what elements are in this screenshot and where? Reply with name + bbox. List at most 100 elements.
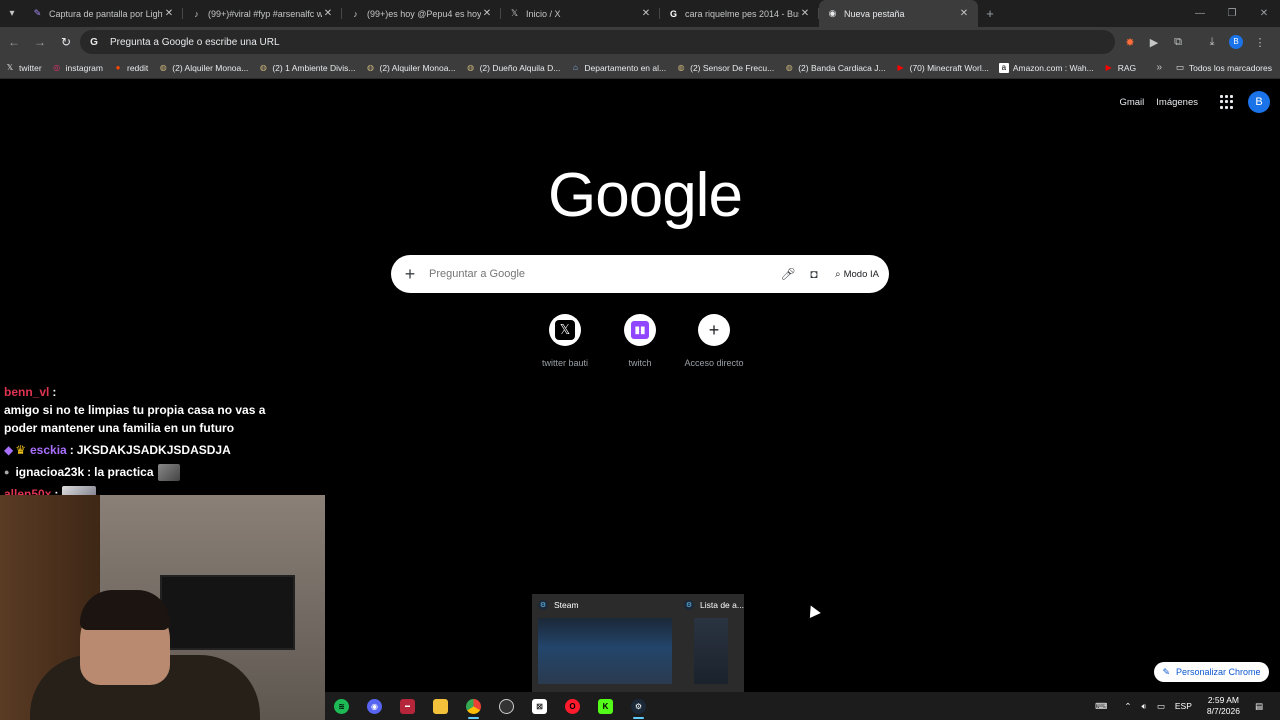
bookmark-twitter[interactable]: 𝕏twitter <box>0 63 47 73</box>
customize-chrome-button[interactable]: ✎ Personalizar Chrome <box>1154 662 1269 682</box>
menu-icon[interactable]: ⋮ <box>1248 36 1272 49</box>
bookmark-marketplace-3[interactable]: ◍ (2) Alquiler Monoa... <box>360 63 460 73</box>
bookmark-departamento[interactable]: ⌂ Departamento en al... <box>565 63 671 73</box>
obs-taskbar[interactable] <box>490 692 523 720</box>
all-bookmarks[interactable]: ▭ Todos los marcadores <box>1176 62 1272 73</box>
extension-fox-icon[interactable]: ✸ <box>1118 36 1142 49</box>
gmail-link[interactable]: Gmail <box>1119 97 1144 108</box>
clock-date: 8/7/2026 <box>1206 706 1240 716</box>
profile-avatar[interactable]: B <box>1229 35 1243 49</box>
badge-icon: ● <box>4 467 10 477</box>
new-tab-button[interactable]: + <box>978 6 1002 21</box>
back-button[interactable]: ← <box>2 30 26 54</box>
bookmark-label: (2) 1 Ambiente Divis... <box>272 62 356 73</box>
notifications-icon[interactable]: ▤ <box>1255 701 1263 712</box>
extension-play-icon[interactable]: ▶ <box>1142 36 1166 49</box>
twitch-icon: ▮▮ <box>624 314 656 346</box>
tab-google-search[interactable]: G cara riquelme pes 2014 - Busca ✕ <box>660 0 819 27</box>
tab-x[interactable]: 𝕏 Inicio / X ✕ <box>501 0 660 27</box>
clock[interactable]: 2:59 AM 8/7/2026 <box>1207 695 1240 717</box>
emote-image <box>157 463 180 481</box>
discord-taskbar[interactable]: ◉ <box>358 692 391 720</box>
clock-time: 2:59 AM <box>1207 695 1240 705</box>
keyboard-icon[interactable]: ⌨ <box>1095 701 1107 712</box>
apps-grid-icon[interactable] <box>1220 95 1234 109</box>
chevron-up-icon[interactable]: ⌃ <box>1124 701 1131 712</box>
extensions-icon[interactable]: ⧉ <box>1166 36 1190 49</box>
reload-button[interactable]: ↻ <box>54 30 78 54</box>
bookmark-label: (2) Alquiler Monoa... <box>172 62 249 73</box>
tab-tiktok-2[interactable]: ♪ (99+)es hoy @Pepu4 es hoy #b ✕ <box>342 0 501 27</box>
ai-mode-button[interactable]: ⌕ Modo IA <box>835 269 879 280</box>
bookmark-instagram[interactable]: ◎ instagram <box>47 63 108 73</box>
download-icon[interactable]: ⤓ <box>1200 36 1224 49</box>
marketplace-icon: ◍ <box>785 63 793 72</box>
chat-message: benn_vl : amigo si no te limpias tu prop… <box>4 383 294 437</box>
steam-taskbar[interactable]: ⚙ <box>622 692 655 720</box>
preview-steam-list[interactable]: ⚙ Lista de a... <box>678 594 744 692</box>
kick-taskbar[interactable]: K <box>589 692 622 720</box>
preview-title: Lista de a... <box>700 600 744 610</box>
restore-icon[interactable]: ❐ <box>1216 0 1248 27</box>
capcut-icon: ⊠ <box>532 698 547 714</box>
pencil-icon: ✎ <box>1162 666 1170 677</box>
ai-mode-label: Modo IA <box>843 268 879 280</box>
bookmark-label: instagram <box>65 62 103 73</box>
chevron-more-icon[interactable]: » <box>1156 62 1162 73</box>
preview-title: Steam <box>554 600 579 610</box>
tab-new-tab[interactable]: ◉ Nueva pestaña ✕ <box>819 0 978 27</box>
forward-button[interactable]: → <box>28 30 52 54</box>
bookmark-marketplace-2[interactable]: ◍ (2) 1 Ambiente Divis... <box>253 63 360 73</box>
close-icon[interactable]: ✕ <box>481 8 493 19</box>
shortcut-add[interactable]: + Acceso directo <box>674 314 754 368</box>
images-link[interactable]: Imágenes <box>1156 97 1198 108</box>
shortcut-twitch[interactable]: ▮▮ twitch <box>600 314 680 368</box>
steam-icon: ⚙ <box>684 600 694 610</box>
close-icon[interactable]: ✕ <box>958 8 970 19</box>
search-input[interactable] <box>429 268 775 280</box>
toolbar: ← → ↻ G Pregunta a Google o escribe una … <box>0 27 1280 57</box>
voicemeeter-taskbar[interactable]: ▬ <box>391 692 424 720</box>
plus-icon[interactable]: + <box>391 264 429 285</box>
minimize-icon[interactable]: — <box>1184 0 1216 27</box>
tab-search-button[interactable]: ▾ <box>0 0 24 27</box>
address-bar[interactable]: G Pregunta a Google o escribe una URL <box>80 30 1115 54</box>
bookmark-rag[interactable]: ▶ RAG <box>1099 63 1141 73</box>
tiktok-icon: ♪ <box>194 8 199 19</box>
bookmark-youtube-minecraft[interactable]: ▶ (70) Minecraft Worl... <box>891 63 994 73</box>
bookmark-marketplace-6[interactable]: ◍ (2) Banda Cardiaca J... <box>779 63 890 73</box>
search-box[interactable]: + 🎤︎ ◘ ⌕ Modo IA <box>391 255 889 293</box>
lens-icon[interactable]: ◘ <box>801 267 827 281</box>
bookmark-marketplace-1[interactable]: ◍ (2) Alquiler Monoa... <box>153 63 253 73</box>
bookmark-marketplace-5[interactable]: ◍ (2) Sensor De Frecu... <box>671 63 779 73</box>
close-icon[interactable]: ✕ <box>322 8 334 19</box>
bookmark-marketplace-4[interactable]: ◍ (2) Dueño Alquila D... <box>461 63 566 73</box>
shortcut-twitter[interactable]: 𝕏 twitter bauti <box>525 314 605 368</box>
tab-lightshot[interactable]: ✎ Captura de pantalla por Lightsh ✕ <box>24 0 183 27</box>
bookmark-reddit[interactable]: ● reddit <box>108 63 153 73</box>
folder-icon: ▭ <box>1175 62 1184 72</box>
google-account-avatar[interactable]: B <box>1248 91 1270 113</box>
explorer-taskbar[interactable] <box>424 692 457 720</box>
chrome-taskbar[interactable] <box>457 692 490 720</box>
youtube-icon: ▶ <box>1105 63 1112 72</box>
opera-taskbar[interactable]: O <box>556 692 589 720</box>
crown-icon: ♛ <box>15 443 26 457</box>
network-icon[interactable]: ▭ <box>1157 701 1165 712</box>
volume-icon[interactable]: 🔉︎ <box>1141 701 1146 712</box>
marketplace-icon: ◍ <box>259 63 267 72</box>
capcut-taskbar[interactable]: ⊠ <box>523 692 556 720</box>
mouse-cursor-icon <box>805 602 821 619</box>
close-window-icon[interactable]: ✕ <box>1248 0 1280 27</box>
preview-steam[interactable]: ⚙ Steam <box>532 594 678 692</box>
close-icon[interactable]: ✕ <box>799 8 811 19</box>
shortcut-label: Acceso directo <box>684 358 744 368</box>
microphone-icon[interactable]: 🎤︎ <box>775 267 801 281</box>
bookmark-amazon[interactable]: a Amazon.com : Wah... <box>994 62 1099 73</box>
close-icon[interactable]: ✕ <box>640 8 652 19</box>
preview-thumbnail <box>538 618 672 684</box>
tab-tiktok-1[interactable]: ♪ (99+)#viral #fyp #arsenalfc wha ✕ <box>183 0 342 27</box>
language-indicator[interactable]: ESP <box>1175 701 1192 711</box>
spotify-taskbar[interactable]: ≋ <box>325 692 358 720</box>
close-icon[interactable]: ✕ <box>163 8 175 19</box>
